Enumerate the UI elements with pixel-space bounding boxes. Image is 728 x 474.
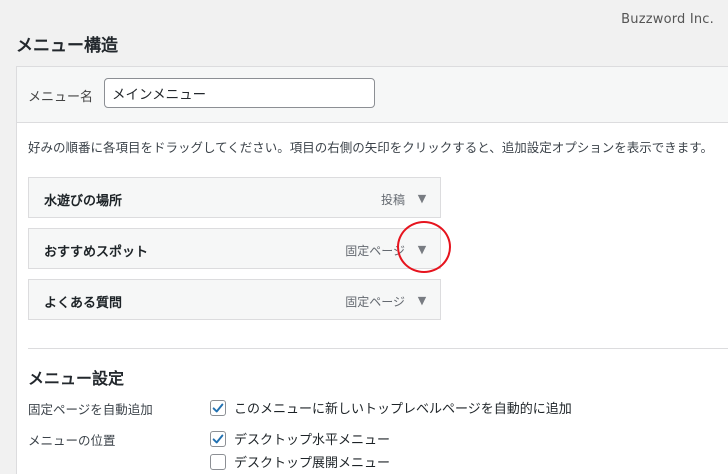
- menu-item-type: 投稿: [380, 193, 405, 207]
- location-desktop-expanded-checkbox[interactable]: [210, 453, 226, 470]
- auto-add-checkbox[interactable]: [210, 399, 226, 416]
- expand-arrow-icon[interactable]: ▼: [409, 185, 435, 211]
- menu-name-input[interactable]: [104, 78, 375, 108]
- menu-item-title: 水遊びの場所: [44, 194, 123, 209]
- auto-add-option-label: このメニューに新しいトップレベルページを自動的に追加: [234, 402, 572, 417]
- menu-item[interactable]: 水遊びの場所 投稿 ▼: [28, 177, 441, 218]
- location-desktop-expanded-row[interactable]: デスクトップ展開メニュー: [210, 452, 390, 471]
- menu-item-type: 固定ページ: [345, 244, 405, 258]
- watermark: Buzzword Inc.: [621, 12, 714, 27]
- menu-item-type: 固定ページ: [345, 295, 405, 309]
- menu-item[interactable]: よくある質問 固定ページ ▼: [28, 279, 441, 320]
- menu-item-title: よくある質問: [44, 296, 123, 311]
- instructions-text: 好みの順番に各項目をドラッグしてください。項目の右側の矢印をクリックすると、追加…: [28, 140, 714, 155]
- auto-add-checkbox-row[interactable]: このメニューに新しいトップレベルページを自動的に追加: [210, 398, 572, 417]
- auto-add-label: 固定ページを自動追加: [28, 402, 153, 417]
- menu-name-label: メニュー名: [28, 90, 94, 105]
- divider: [28, 348, 728, 349]
- location-desktop-horizontal-checkbox[interactable]: [210, 430, 226, 447]
- menu-location-label: メニューの位置: [28, 433, 116, 448]
- expand-arrow-icon[interactable]: ▼: [409, 236, 435, 262]
- expand-arrow-icon[interactable]: ▼: [409, 287, 435, 313]
- location-option-label: デスクトップ水平メニュー: [234, 433, 391, 448]
- menu-item[interactable]: おすすめスポット 固定ページ ▼: [28, 228, 441, 269]
- location-option-label: デスクトップ展開メニュー: [234, 456, 391, 471]
- page-title: メニュー構造: [16, 36, 118, 56]
- checkmark-icon: [212, 434, 224, 443]
- menu-name-header: メニュー名: [17, 67, 728, 123]
- menu-item-title: おすすめスポット: [44, 245, 149, 260]
- location-desktop-horizontal-row[interactable]: デスクトップ水平メニュー: [210, 429, 390, 448]
- menu-settings-title: メニュー設定: [28, 369, 125, 388]
- checkmark-icon: [212, 403, 224, 412]
- menu-structure-panel: メニュー名 好みの順番に各項目をドラッグしてください。項目の右側の矢印をクリック…: [16, 66, 728, 474]
